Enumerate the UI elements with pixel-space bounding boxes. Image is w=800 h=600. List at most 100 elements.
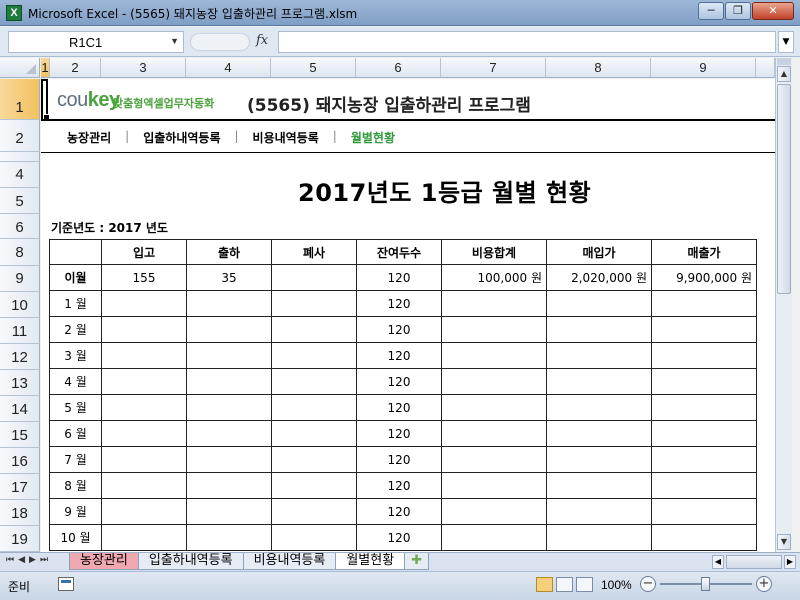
table-cell[interactable] <box>441 394 547 421</box>
table-cell[interactable] <box>651 290 757 317</box>
scroll-right-icon[interactable]: ▶ <box>784 555 796 569</box>
row-label-cell[interactable]: 1 월 <box>49 290 102 317</box>
table-cell[interactable] <box>186 342 272 369</box>
table-cell[interactable]: 2,020,000 원 <box>546 264 652 291</box>
row-label-cell[interactable]: 9 월 <box>49 498 102 525</box>
table-cell[interactable] <box>546 290 652 317</box>
table-cell[interactable] <box>651 342 757 369</box>
row-header[interactable]: 8 <box>0 239 40 266</box>
table-cell[interactable]: 120 <box>356 472 442 499</box>
formula-input[interactable] <box>278 31 776 53</box>
table-cell[interactable]: 120 <box>356 342 442 369</box>
table-cell[interactable] <box>101 446 187 473</box>
table-cell[interactable]: 9,900,000 원 <box>651 264 757 291</box>
row-label-cell[interactable]: 이월 <box>49 264 102 291</box>
table-cell[interactable]: 120 <box>356 446 442 473</box>
restore-button[interactable]: ❐ <box>725 2 751 20</box>
split-handle[interactable] <box>777 58 791 65</box>
excel-app-icon[interactable]: X <box>6 5 22 21</box>
row-label-cell[interactable]: 5 월 <box>49 394 102 421</box>
next-sheet-icon[interactable]: ▶ <box>29 555 36 565</box>
table-cell[interactable] <box>271 264 357 291</box>
row-header[interactable]: 11 <box>0 318 40 344</box>
table-cell[interactable] <box>651 420 757 447</box>
expand-formula-bar-button[interactable]: ▼ <box>778 31 794 53</box>
zoom-out-icon[interactable]: − <box>640 576 656 592</box>
table-cell[interactable] <box>186 290 272 317</box>
row-header[interactable]: 14 <box>0 396 40 422</box>
column-header[interactable]: 6 <box>356 58 441 78</box>
table-cell[interactable]: 35 <box>186 264 272 291</box>
horizontal-scroll-thumb[interactable] <box>726 555 782 569</box>
chevron-down-icon[interactable]: ▼ <box>170 36 179 46</box>
table-header-cell[interactable]: 매입가 <box>546 239 652 265</box>
tab-monthly-status[interactable]: 월별현황 <box>335 553 406 570</box>
table-cell[interactable] <box>186 498 272 525</box>
table-cell[interactable] <box>101 524 187 551</box>
row-header[interactable]: 16 <box>0 448 40 474</box>
table-header-cell[interactable]: 입고 <box>101 239 187 265</box>
row-header-hidden[interactable] <box>0 152 40 162</box>
table-cell[interactable]: 120 <box>356 524 442 551</box>
table-cell[interactable] <box>651 394 757 421</box>
table-cell[interactable] <box>441 342 547 369</box>
row-header[interactable]: 18 <box>0 500 40 526</box>
table-cell[interactable] <box>186 368 272 395</box>
table-cell[interactable]: 120 <box>356 394 442 421</box>
row-header[interactable]: 6 <box>0 214 40 239</box>
table-cell[interactable]: 120 <box>356 368 442 395</box>
row-label-cell[interactable]: 10 월 <box>49 524 102 551</box>
table-cell[interactable] <box>186 420 272 447</box>
column-header[interactable]: 9 <box>651 58 756 78</box>
prev-sheet-icon[interactable]: ◀ <box>18 555 25 565</box>
row-header[interactable]: 19 <box>0 526 40 552</box>
table-cell[interactable] <box>546 446 652 473</box>
table-header-cell[interactable]: 매출가 <box>651 239 757 265</box>
table-cell[interactable] <box>271 446 357 473</box>
scroll-up-icon[interactable]: ▲ <box>777 66 791 82</box>
table-cell[interactable] <box>546 498 652 525</box>
first-sheet-icon[interactable]: ⏮ <box>6 555 14 565</box>
table-cell[interactable] <box>271 316 357 343</box>
row-label-cell[interactable]: 4 월 <box>49 368 102 395</box>
nav-item-shipment-register[interactable]: 입출하내역등록 <box>143 129 220 146</box>
table-cell[interactable]: 120 <box>356 264 442 291</box>
column-header[interactable]: 4 <box>186 58 271 78</box>
table-header-cell[interactable]: 비용합계 <box>441 239 547 265</box>
worksheet[interactable]: coukey 맞춤형엑셀업무자동화 (5565) 돼지농장 입출하관리 프로그램… <box>41 79 775 552</box>
table-cell[interactable] <box>441 368 547 395</box>
tab-shipment-register[interactable]: 입출하내역등록 <box>137 553 244 570</box>
select-all-button[interactable] <box>0 58 40 78</box>
normal-view-icon[interactable] <box>536 577 553 592</box>
row-header[interactable]: 17 <box>0 474 40 500</box>
table-cell[interactable] <box>186 316 272 343</box>
table-cell[interactable] <box>271 394 357 421</box>
row-header[interactable]: 1 <box>0 79 40 120</box>
table-cell[interactable] <box>546 342 652 369</box>
table-cell[interactable] <box>271 342 357 369</box>
scroll-down-icon[interactable]: ▼ <box>777 534 791 550</box>
table-cell[interactable] <box>441 498 547 525</box>
close-button[interactable]: ✕ <box>752 2 794 20</box>
vertical-scrollbar[interactable]: ▲ ▼ <box>775 58 792 552</box>
scroll-left-icon[interactable]: ◀ <box>712 555 724 569</box>
table-cell[interactable]: 120 <box>356 498 442 525</box>
horizontal-scrollbar[interactable]: ◀ ▶ <box>712 555 796 569</box>
row-label-cell[interactable]: 8 월 <box>49 472 102 499</box>
macro-record-icon[interactable] <box>58 577 74 591</box>
nav-item-cost-register[interactable]: 비용내역등록 <box>253 129 319 146</box>
table-cell[interactable]: 120 <box>356 316 442 343</box>
table-cell[interactable] <box>651 498 757 525</box>
last-sheet-icon[interactable]: ⏭ <box>40 555 48 565</box>
table-cell[interactable] <box>441 316 547 343</box>
row-header[interactable]: 10 <box>0 292 40 318</box>
table-cell[interactable] <box>271 498 357 525</box>
table-cell[interactable] <box>441 524 547 551</box>
table-cell[interactable] <box>101 394 187 421</box>
table-cell[interactable] <box>651 316 757 343</box>
nav-item-farm-management[interactable]: 농장관리 <box>67 129 111 146</box>
row-header[interactable]: 5 <box>0 188 40 214</box>
table-cell[interactable] <box>441 290 547 317</box>
table-cell[interactable] <box>651 368 757 395</box>
column-header[interactable]: 3 <box>101 58 186 78</box>
